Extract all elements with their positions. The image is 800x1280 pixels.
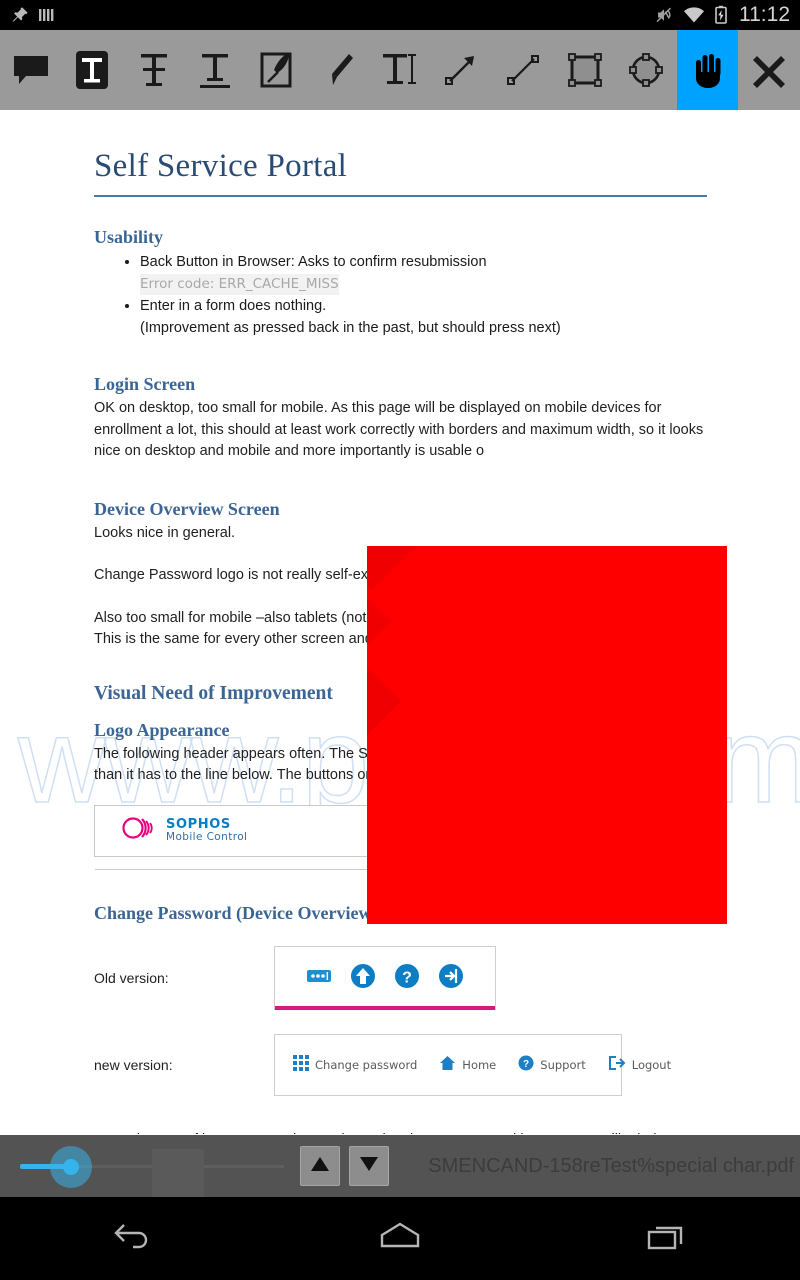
nv-label: Change password [315, 1057, 418, 1072]
signature-tool[interactable] [246, 30, 308, 110]
old-version-row: Old version: ? [94, 945, 710, 1010]
columns-icon [38, 6, 54, 24]
pdf-bottom-toolbar: SMENCAND-158reTest%special char.pdf [0, 1135, 800, 1207]
freehand-brush-tool[interactable] [308, 30, 370, 110]
error-code-text: Error code: ERR_CACHE_MISS [140, 273, 339, 295]
typewriter-tool[interactable] [369, 30, 431, 110]
pdf-filename-label: SMENCAND-158reTest%special char.pdf [428, 1154, 794, 1177]
mute-icon [654, 5, 674, 25]
password-dots-icon [306, 967, 332, 990]
triangle-down-icon [358, 1155, 380, 1178]
nv-label: Logout [631, 1057, 672, 1072]
annotation-watermark-bleed [367, 546, 727, 924]
device-overview-p1: Looks nice in general. [94, 524, 236, 541]
sophos-logo-icon [120, 815, 156, 846]
hand-icon [688, 48, 728, 92]
usability-bullet-2: Enter in a form does nothing. [140, 298, 327, 314]
heading-device-overview: Device Overview Screen [94, 498, 280, 519]
pdf-page-viewport[interactable]: www.pdfhi.com Self Service Portal Usabil… [0, 112, 800, 1134]
ellipse-tool[interactable] [615, 30, 677, 110]
close-toolbar-button[interactable] [738, 30, 800, 110]
annotation-toolbar [0, 30, 800, 110]
back-button[interactable] [73, 1197, 193, 1280]
old-version-label: Old version: [94, 969, 169, 986]
plain-line-icon [502, 49, 544, 91]
nv-support: ? Support [518, 1055, 586, 1074]
nv-label: Support [540, 1057, 586, 1072]
sophos-name: SOPHOS [166, 817, 231, 833]
nv-change-password: Change password [293, 1055, 417, 1074]
heading-usability: Usability [94, 227, 164, 247]
boxed-t-icon [71, 48, 113, 92]
pan-hand-tool[interactable] [676, 30, 739, 110]
grid-icon [293, 1055, 309, 1074]
red-rectangle-annotation[interactable] [367, 546, 727, 924]
close-x-icon [749, 50, 789, 90]
up-arrow-circle-icon [350, 963, 376, 994]
page-up-button[interactable] [300, 1146, 340, 1186]
login-screen-paragraph: OK on desktop, too small for mobile. As … [94, 400, 704, 459]
logout-icon [608, 1055, 626, 1074]
text-box-tool[interactable] [62, 30, 124, 110]
brush-icon [318, 49, 358, 91]
recents-button[interactable] [607, 1197, 727, 1280]
note-comment-tool[interactable] [0, 30, 62, 110]
login-arrow-circle-icon [438, 963, 464, 994]
wifi-icon [683, 6, 705, 24]
sophos-subtitle: Mobile Control [166, 830, 248, 843]
t-caret-icon [378, 49, 422, 91]
strikethrough-t-icon [134, 49, 174, 91]
speech-bubble-icon [10, 50, 52, 90]
underline-tool[interactable] [185, 30, 247, 110]
status-bar-clock: 11:12 [739, 3, 790, 26]
list-item: Back Button in Browser: Asks to confirm … [140, 252, 710, 295]
page-title: Self Service Portal [94, 148, 348, 184]
zoom-slider[interactable] [0, 1135, 300, 1207]
android-navigation-bar [0, 1197, 800, 1280]
heading-login-screen: Login Screen [94, 374, 196, 394]
new-version-label: new version: [94, 1056, 173, 1073]
strikeout-tool[interactable] [123, 30, 185, 110]
recents-squares-icon [645, 1220, 689, 1257]
home-button[interactable] [340, 1197, 460, 1280]
arrow-tool[interactable] [431, 30, 493, 110]
nv-logout: Logout [608, 1055, 671, 1074]
svg-text:?: ? [402, 969, 412, 986]
new-version-row: new version: Change password Home ? Supp… [94, 1033, 710, 1096]
status-bar-right-icons: 11:12 [654, 0, 800, 30]
home-icon [439, 1055, 456, 1074]
battery-charging-icon [714, 5, 728, 25]
device-screen: 11:12 Self Service Portal Usability • Ba… [0, 0, 800, 1280]
triangle-up-icon [309, 1155, 331, 1178]
android-status-bar: 11:12 [0, 0, 800, 30]
old-version-toolbar-mock: ? [274, 945, 496, 1010]
closing-paragraph-1: Inconsistency of icons removed – good. B… [94, 1130, 710, 1135]
new-version-toolbar-mock: Change password Home ? Support Logout [274, 1033, 671, 1096]
slider-thumb[interactable] [50, 1146, 92, 1188]
circle-handles-icon [625, 49, 667, 91]
page-down-button[interactable] [349, 1146, 389, 1186]
usability-list: Back Button in Browser: Asks to confirm … [94, 252, 710, 339]
line-tool[interactable] [492, 30, 554, 110]
list-item: Enter in a form does nothing. (Improveme… [140, 296, 710, 339]
question-circle-icon: ? [394, 963, 420, 994]
sophos-wordmark: SOPHOS Mobile Control [166, 818, 247, 843]
status-bar-left-icons [0, 5, 54, 25]
usability-bullet-1: Back Button in Browser: Asks to confirm … [140, 254, 487, 270]
pin-icon [10, 5, 30, 25]
rectangle-tool[interactable] [554, 30, 616, 110]
quill-page-icon [256, 49, 298, 91]
arrow-line-icon [440, 49, 482, 91]
square-handles-icon [563, 49, 607, 91]
question-icon: ? [518, 1055, 534, 1074]
usability-note: (Improvement as pressed back in the past… [140, 319, 561, 336]
svg-text:?: ? [523, 1059, 529, 1070]
underline-t-icon [195, 49, 235, 91]
nv-home: Home [439, 1055, 496, 1074]
back-arrow-icon [111, 1219, 155, 1258]
home-pentagon-icon [377, 1220, 423, 1257]
nv-label: Home [462, 1057, 497, 1072]
